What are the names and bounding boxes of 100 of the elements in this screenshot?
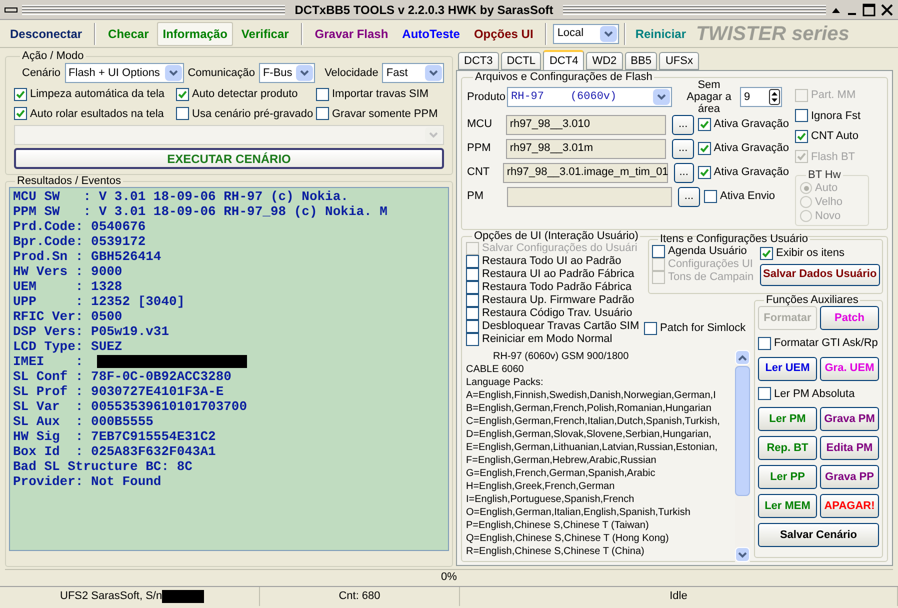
checkbox[interactable]: Exibir os itens	[760, 245, 880, 262]
function-button[interactable]: Edita PM	[820, 436, 879, 460]
window-title: DCTxBB5 TOOLS v 2.2.0.3 HWK by SarasSoft	[294, 2, 554, 18]
checkbox[interactable]: Restaura Up. Firmware Padrão	[466, 294, 644, 307]
field-label: PM	[467, 189, 484, 204]
function-button[interactable]: Patch	[820, 306, 879, 330]
checkbox[interactable]: Restaura UI ao Padrão Fábrica	[466, 268, 644, 281]
tab[interactable]: WD2	[586, 52, 623, 70]
browse-button[interactable]: ...	[672, 138, 694, 158]
checkbox[interactable]: Usa cenário pré-gravado	[176, 106, 316, 122]
checkbox[interactable]: CNT Auto	[795, 128, 869, 144]
toolbar-button[interactable]: Opções UI	[468, 22, 540, 46]
file-field[interactable]: rh97_98__3.01m	[506, 138, 666, 158]
dropdown[interactable]: Fast	[382, 63, 444, 83]
tab[interactable]: DCT3	[458, 52, 499, 70]
checkbox[interactable]: Formatar GTI Ask/Rp	[758, 335, 879, 352]
window-menu-icon[interactable]	[4, 6, 18, 14]
checkbox[interactable]: Reiniciar em Modo Normal	[466, 333, 644, 346]
checkbox[interactable]: Agenda Usuário	[652, 245, 756, 258]
toolbar-button[interactable]: Informação	[156, 22, 234, 46]
checkbox[interactable]: Restaura Todo UI ao Padrão	[466, 255, 644, 268]
file-field[interactable]: rh97_98__3.010	[506, 114, 666, 134]
browse-button[interactable]: ...	[672, 114, 694, 134]
function-button[interactable]: Ler PP	[758, 465, 817, 489]
group-title: Itens e Configurações Usuário	[659, 233, 809, 245]
restart-button[interactable]: Reiniciar	[631, 22, 690, 46]
checkbox[interactable]: Ativa Gravação	[698, 140, 789, 157]
close-icon[interactable]	[880, 2, 894, 16]
checkmark-icon	[700, 168, 709, 177]
tab[interactable]: BB5	[624, 52, 658, 70]
file-field[interactable]	[507, 186, 672, 206]
function-button[interactable]: Salvar Cenário	[758, 523, 879, 547]
checkbox[interactable]: Limpeza automática da tela	[14, 86, 176, 102]
checkbox[interactable]: Restaura Código Trav. Usuário	[466, 307, 644, 320]
log-line: Prod.Sn : GBH526414	[13, 249, 162, 264]
field-label: Sem Apagar a área	[686, 79, 732, 115]
dropdown[interactable]: RH-97 (6060v)	[507, 87, 672, 107]
info-line: P=English,Chinese S,Chinese T (Taiwan)	[466, 519, 650, 532]
info-line: F=English,German,Hebrew,Arabic,Russian	[466, 454, 658, 467]
tab[interactable]: DCT4	[543, 50, 584, 70]
checkbox[interactable]: Ler PM Absoluta	[758, 386, 879, 402]
log-line: Provider: Not Found	[13, 474, 162, 489]
dropdown[interactable]: Flash + UI Options	[64, 63, 184, 83]
save-user-data-button[interactable]: Salvar Dados Usuário	[760, 264, 880, 286]
function-button[interactable]: Rep. BT	[758, 436, 817, 460]
checkmark-icon	[762, 248, 771, 258]
checkbox[interactable]: Auto detectar produto	[176, 86, 316, 102]
dropdown[interactable]: Local	[553, 24, 620, 44]
chevron-down-icon	[300, 70, 309, 76]
checkbox[interactable]: Auto rolar esultados na tela	[14, 106, 176, 122]
browse-button[interactable]: ...	[678, 186, 700, 206]
field-label: Produto	[467, 90, 507, 105]
function-button[interactable]: Ler PM	[758, 407, 817, 431]
spin-field[interactable]: 9	[740, 87, 782, 107]
info-line: A=English,Finnish,Swedish,Danish,Norwegian,German,I	[466, 389, 717, 402]
checkbox[interactable]: Importar travas SIM	[316, 86, 444, 102]
checkbox[interactable]: Patch for Simlock	[644, 320, 746, 336]
execute-button[interactable]: EXECUTAR CENÁRIO	[14, 148, 444, 169]
checkbox[interactable]: Ativa Gravação	[698, 164, 789, 181]
browse-button[interactable]: ...	[674, 162, 694, 182]
tab[interactable]: DCTL	[500, 52, 542, 70]
function-button[interactable]: Ler UEM	[758, 356, 817, 380]
group-title: BT Hw	[807, 169, 842, 181]
tab[interactable]: UFSx	[659, 52, 699, 70]
file-field[interactable]: rh97_98__3.01.image_m_tim_01	[502, 162, 668, 182]
log-line: SL Prof : 9030727E4101F3A-E	[13, 384, 224, 399]
status-text: Idle	[670, 589, 688, 604]
toolbar-button[interactable]: Checar	[102, 22, 155, 46]
checkbox[interactable]: Restaura Todo Padrão Fábrica	[466, 281, 644, 294]
scrollbar[interactable]	[735, 350, 750, 562]
log-line: RFIC Ver: 0500	[13, 309, 122, 324]
info-line: H=English,Greek,French,German	[466, 480, 616, 493]
info-line: B=English,German,French,Polish,Romanian,Hungarian	[466, 402, 712, 415]
checkbox[interactable]: Ativa Envio	[704, 188, 776, 205]
function-button[interactable]: Gra. UEM	[820, 356, 879, 380]
function-button[interactable]: Grava PM	[820, 407, 879, 431]
checkbox[interactable]: Gravar somente PPM	[316, 106, 444, 122]
toolbar-button[interactable]: AutoTeste	[396, 22, 466, 46]
function-button[interactable]: APAGAR!	[820, 494, 879, 518]
log-line: HW Vers : 9000	[13, 264, 122, 279]
status-text: Cnt: 680	[338, 589, 380, 604]
maximize-icon[interactable]	[862, 2, 876, 16]
function-button[interactable]: Ler MEM	[758, 494, 817, 518]
log-line: UEM : 1328	[13, 279, 122, 294]
log-line: PPM SW : V 3.01 18-09-06 RH-97_98 (c) Nokia. M	[13, 204, 388, 219]
checkbox[interactable]: Ignora Fst	[795, 108, 869, 124]
dropdown[interactable]: F-Bus	[258, 63, 315, 83]
toolbar-button[interactable]: Verificar	[235, 22, 295, 46]
function-button[interactable]: Grava PP	[820, 465, 879, 489]
toolbar-button[interactable]: Gravar Flash	[308, 22, 394, 46]
progress-text: 0%	[441, 570, 457, 585]
group-title: Resultados / Eventos	[16, 175, 122, 187]
checkmark-icon	[700, 120, 709, 129]
chevron-down-icon	[604, 30, 614, 36]
checkbox[interactable]: Desbloquear Travas Cartão SIM	[466, 320, 644, 333]
info-line: E=English,German,Lithuanian,Latvian,Russian,Estonian,	[466, 441, 719, 454]
toolbar-button[interactable]: Desconectar	[4, 22, 88, 46]
info-line: CABLE 6060	[466, 363, 525, 376]
checkbox[interactable]: Ativa Gravação	[698, 116, 789, 133]
field-label: Comunicação	[188, 66, 255, 81]
